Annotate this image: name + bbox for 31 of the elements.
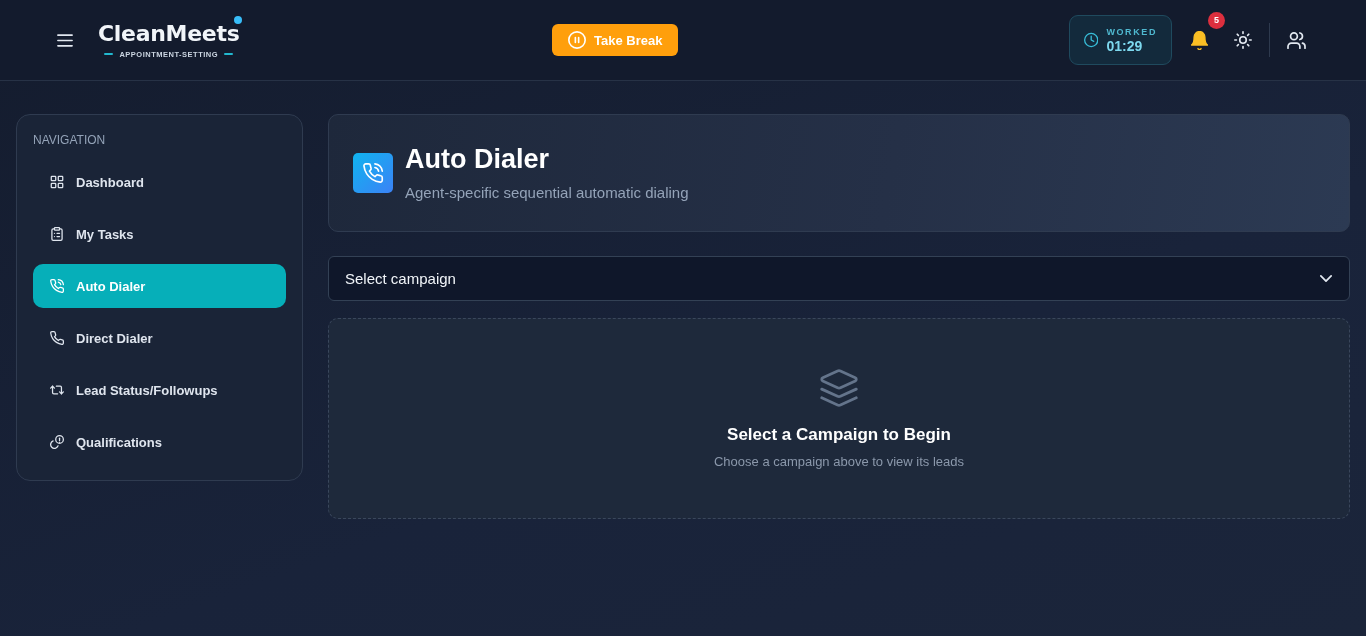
bell-icon[interactable] <box>1191 30 1208 50</box>
menu-icon[interactable] <box>57 33 73 47</box>
layers-icon <box>820 369 858 407</box>
logo-dot-icon <box>234 15 243 24</box>
clipboard-icon <box>50 227 64 241</box>
page-subtitle: Agent-specific sequential automatic dialing <box>405 183 689 203</box>
campaign-select[interactable]: Select campaign <box>328 256 1350 301</box>
pause-icon <box>568 31 586 49</box>
chevron-down-icon <box>1320 275 1332 282</box>
sun-icon[interactable] <box>1234 31 1252 49</box>
phone-call-icon <box>353 153 393 193</box>
notification-badge: 5 <box>1208 11 1225 29</box>
phone-icon <box>50 331 64 345</box>
repeat-icon <box>50 383 64 397</box>
clock-icon <box>1084 32 1099 48</box>
sidebar-item[interactable]: Direct Dialer <box>33 316 286 360</box>
sidebar-item[interactable]: Qualifications <box>33 420 286 464</box>
users-icon[interactable] <box>1287 31 1306 49</box>
empty-state-title: Select a Campaign to Begin <box>727 424 951 446</box>
sidebar-item[interactable]: Dashboard <box>33 160 286 204</box>
sidebar-item[interactable]: Lead Status/Followups <box>33 368 286 412</box>
grid-icon <box>50 175 64 189</box>
phone-call-icon <box>50 279 64 293</box>
sidebar-item[interactable]: My Tasks <box>33 212 286 256</box>
page-title: Auto Dialer <box>405 143 551 175</box>
sidebar-heading: NAVIGATION <box>33 132 107 148</box>
coins-icon <box>50 435 64 449</box>
worked-time: 01:29 <box>1106 37 1144 55</box>
worked-label: WORKED <box>1106 25 1157 38</box>
empty-state-message: Choose a campaign above to view its leads <box>713 453 964 471</box>
brand-name: CleanMeets <box>98 21 240 46</box>
